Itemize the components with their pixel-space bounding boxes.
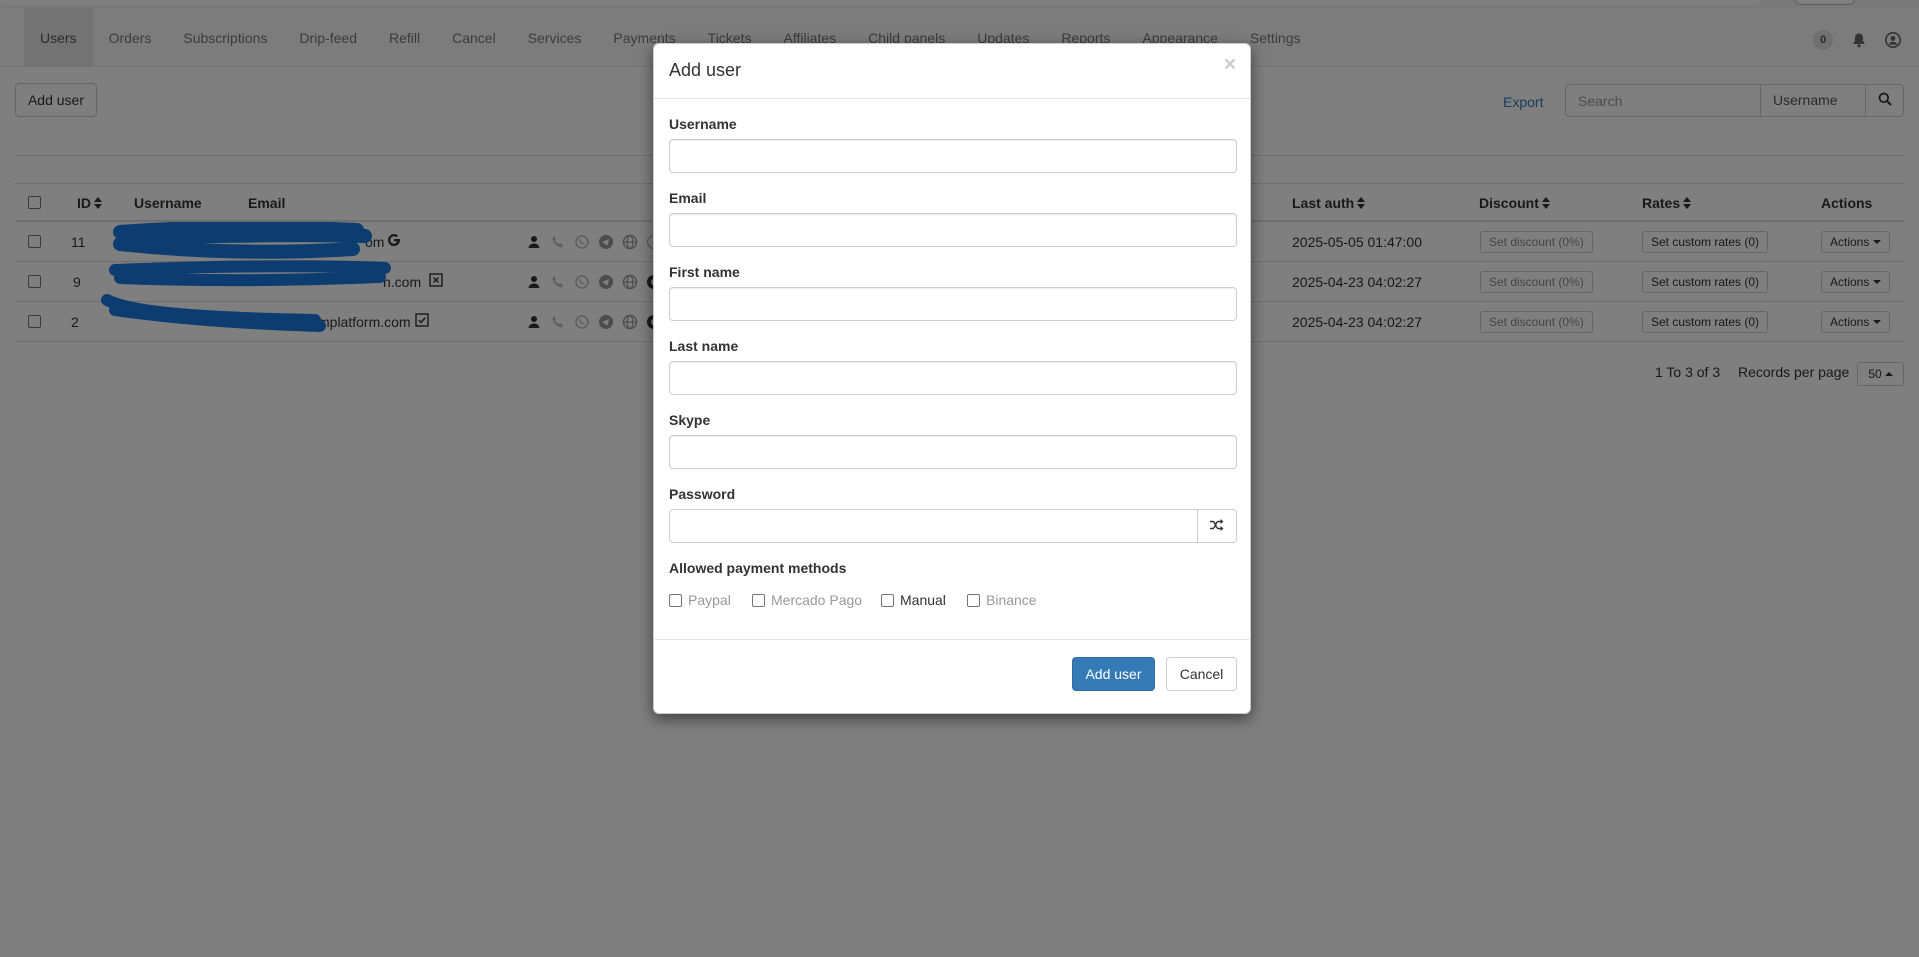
skype-label: Skype <box>669 412 711 428</box>
username-label: Username <box>669 116 737 132</box>
manual-checkbox[interactable] <box>881 593 894 607</box>
payment-method-binance[interactable]: Binance <box>967 592 1037 608</box>
username-field[interactable] <box>669 139 1237 173</box>
password-field[interactable] <box>669 509 1198 543</box>
payment-method-label: Paypal <box>688 592 731 608</box>
payment-method-manual[interactable]: Manual <box>881 592 946 608</box>
skype-field[interactable] <box>669 435 1237 469</box>
password-label: Password <box>669 486 736 502</box>
add-user-modal: Add user × Username Email First name Las… <box>653 43 1251 714</box>
submit-add-user-button[interactable]: Add user <box>1072 657 1155 691</box>
close-icon[interactable]: × <box>1224 54 1236 75</box>
modal-header: Add user × <box>654 44 1250 99</box>
last-name-label: Last name <box>669 338 739 354</box>
payment-method-label: Mercado Pago <box>771 592 863 608</box>
email-label: Email <box>669 190 707 206</box>
mercado-pago-checkbox[interactable] <box>752 593 765 607</box>
payment-method-mercado-pago[interactable]: Mercado Pago <box>752 592 862 608</box>
payment-methods-label: Allowed payment methods <box>669 560 847 576</box>
cancel-button[interactable]: Cancel <box>1166 657 1237 691</box>
generate-password-button[interactable] <box>1197 509 1237 543</box>
first-name-label: First name <box>669 264 740 280</box>
modal-footer: Add user Cancel <box>654 639 1250 714</box>
shuffle-icon <box>1210 518 1224 534</box>
binance-checkbox[interactable] <box>967 593 980 607</box>
last-name-field[interactable] <box>669 361 1237 395</box>
payment-method-label: Binance <box>986 592 1037 608</box>
first-name-field[interactable] <box>669 287 1237 321</box>
modal-title: Add user <box>669 60 742 80</box>
payment-method-label: Manual <box>900 592 946 608</box>
paypal-checkbox[interactable] <box>669 593 682 607</box>
payment-method-paypal[interactable]: Paypal <box>669 592 731 608</box>
email-field[interactable] <box>669 213 1237 247</box>
